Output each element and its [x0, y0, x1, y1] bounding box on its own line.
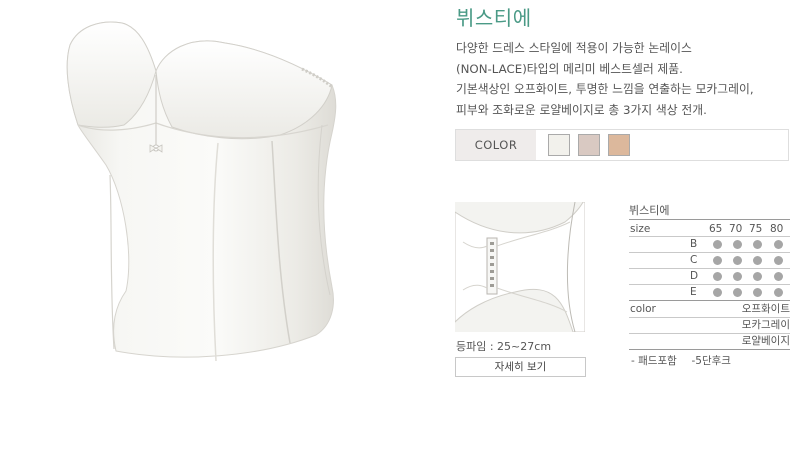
availability-dot — [733, 288, 742, 297]
cup-row-b: B — [629, 236, 790, 252]
availability-dot — [774, 272, 783, 281]
availability-dot — [713, 256, 722, 265]
table-rule — [629, 219, 790, 220]
size-table-title: 뷔스티에 — [629, 204, 670, 217]
size-label: size — [630, 223, 651, 235]
cup-label: B — [690, 238, 698, 250]
size-header-row: size 65 70 75 80 — [629, 221, 790, 237]
view-details-button[interactable]: 자세히 보기 — [455, 357, 586, 377]
availability-dot — [753, 288, 762, 297]
availability-dot — [733, 256, 742, 265]
back-opening-spec: 등파임 : 25~27cm — [456, 340, 552, 353]
color-row-2: 모카그레이 — [629, 317, 790, 333]
color-swatch-mocha-gray[interactable] — [578, 134, 600, 156]
table-rule — [629, 349, 790, 350]
color-option: 모카그레이 — [741, 319, 790, 331]
back-detail-image — [455, 202, 585, 332]
color-row-3: 로얄베이지 — [629, 333, 790, 349]
color-selector: COLOR — [455, 129, 789, 161]
cup-label: D — [690, 270, 699, 282]
availability-dot — [753, 272, 762, 281]
availability-dot — [713, 288, 722, 297]
color-swatch-off-white[interactable] — [548, 134, 570, 156]
availability-dot — [753, 240, 762, 249]
note-hook: -5단후크 — [691, 355, 731, 367]
cup-row-c: C — [629, 252, 790, 268]
cup-row-d: D — [629, 268, 790, 284]
band-80: 80 — [770, 223, 784, 235]
color-label: COLOR — [456, 130, 536, 160]
availability-dot — [774, 240, 783, 249]
cup-label: E — [690, 286, 697, 298]
product-description: 다양한 드레스 스타일에 적용이 가능한 논레이스 (NON-LACE)타입의 … — [456, 38, 786, 120]
availability-dot — [774, 256, 783, 265]
cup-row-e: E — [629, 284, 790, 300]
product-title: 뷔스티에 — [456, 6, 532, 30]
color-label-cell: color — [630, 303, 656, 315]
description-line: 다양한 드레스 스타일에 적용이 가능한 논레이스 — [456, 41, 692, 55]
description-line: (NON-LACE)타입의 메리미 베스트셀러 제품. — [456, 61, 683, 76]
cup-label: C — [690, 254, 698, 266]
description-line: 피부와 조화로운 로얄베이지로 총 3가지 색상 전개. — [456, 102, 707, 117]
band-65: 65 — [709, 223, 723, 235]
note-pad: - 패드포함 — [631, 355, 677, 367]
color-swatch-royal-beige[interactable] — [608, 134, 630, 156]
band-70: 70 — [729, 223, 743, 235]
color-option: 로얄베이지 — [741, 335, 790, 347]
product-notes: - 패드포함 -5단후크 — [631, 353, 731, 368]
product-image — [66, 21, 337, 362]
availability-dot — [713, 272, 722, 281]
availability-dot — [774, 288, 783, 297]
color-option: 오프화이트 — [741, 303, 790, 315]
availability-dot — [733, 272, 742, 281]
availability-dot — [713, 240, 722, 249]
availability-dot — [753, 256, 762, 265]
band-75: 75 — [749, 223, 763, 235]
availability-dot — [733, 240, 742, 249]
description-line: 기본색상인 오프화이트, 투명한 느낌을 연출하는 모카그레이, — [456, 82, 754, 96]
color-row-1: color 오프화이트 — [629, 301, 790, 317]
size-table: 뷔스티에 size 65 70 75 80 B C D E color 오프화이… — [629, 204, 790, 350]
